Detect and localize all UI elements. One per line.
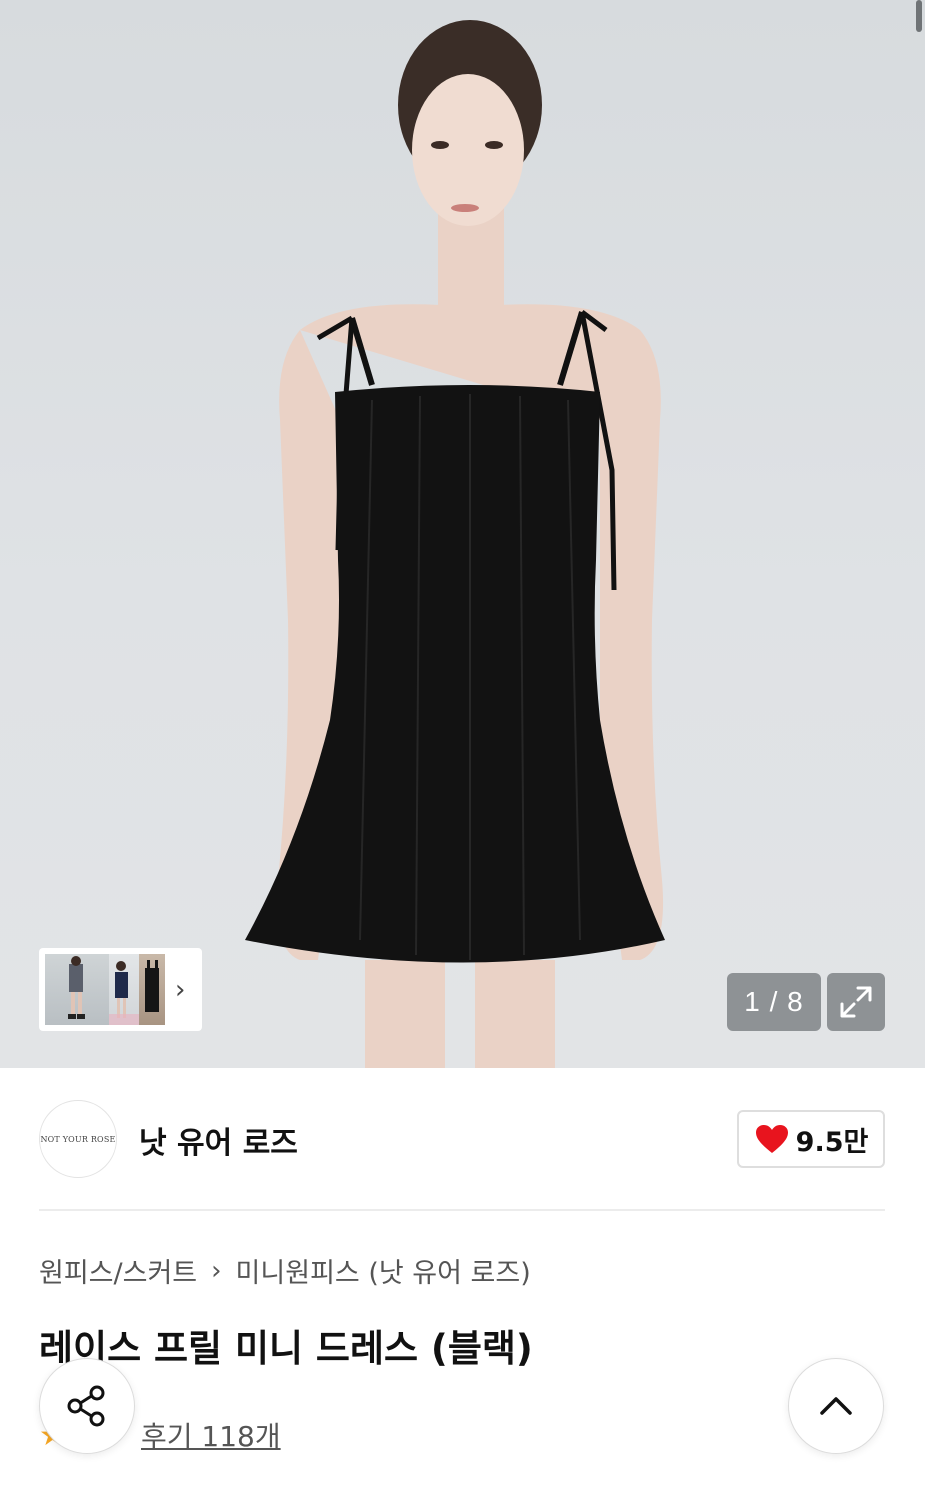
product-page: › 1 / 8 NOT YOUR ROSE 낫 유어 로즈 9.5만 원피스/스… xyxy=(0,0,925,1500)
chevron-right-icon[interactable]: › xyxy=(175,977,185,1003)
chevron-up-icon xyxy=(820,1397,852,1415)
breadcrumb-subcategory[interactable]: 미니원피스 (낫 유어 로즈) xyxy=(236,1251,531,1290)
like-count: 9.5만 xyxy=(795,1126,869,1158)
brand-logo[interactable]: NOT YOUR ROSE xyxy=(39,1100,117,1178)
brand-row: NOT YOUR ROSE 낫 유어 로즈 9.5만 xyxy=(39,1100,885,1180)
brand-name[interactable]: 낫 유어 로즈 xyxy=(139,1118,298,1162)
heart-icon xyxy=(755,1125,788,1153)
thumbnail-strip[interactable]: › xyxy=(39,948,202,1031)
reviews-link[interactable]: 후기 118개 xyxy=(141,1415,281,1455)
expand-button[interactable] xyxy=(827,973,885,1031)
thumbnail-image[interactable] xyxy=(139,954,165,1025)
image-counter: 1 / 8 xyxy=(727,973,821,1031)
scroll-top-button[interactable] xyxy=(788,1358,884,1454)
thumbnail-image[interactable] xyxy=(45,954,109,1025)
divider xyxy=(39,1209,885,1211)
expand-icon xyxy=(840,986,872,1018)
thumbnail-image[interactable] xyxy=(109,954,139,1025)
product-photo xyxy=(245,20,665,1068)
product-image[interactable]: › 1 / 8 xyxy=(0,0,925,1068)
like-button[interactable]: 9.5만 xyxy=(737,1110,885,1168)
brand-logo-text: NOT YOUR ROSE xyxy=(40,1134,116,1144)
breadcrumb-category[interactable]: 원피스/스커트 xyxy=(39,1251,197,1290)
product-title: 레이스 프릴 미니 드레스 (블랙) xyxy=(39,1327,533,1370)
thumbnail-images xyxy=(45,954,165,1025)
breadcrumb: 원피스/스커트 › 미니원피스 (낫 유어 로즈) xyxy=(39,1251,531,1290)
share-icon xyxy=(67,1385,105,1427)
scrollbar-thumb[interactable] xyxy=(916,0,922,32)
share-button[interactable] xyxy=(39,1358,135,1454)
chevron-right-icon: › xyxy=(211,1255,222,1286)
